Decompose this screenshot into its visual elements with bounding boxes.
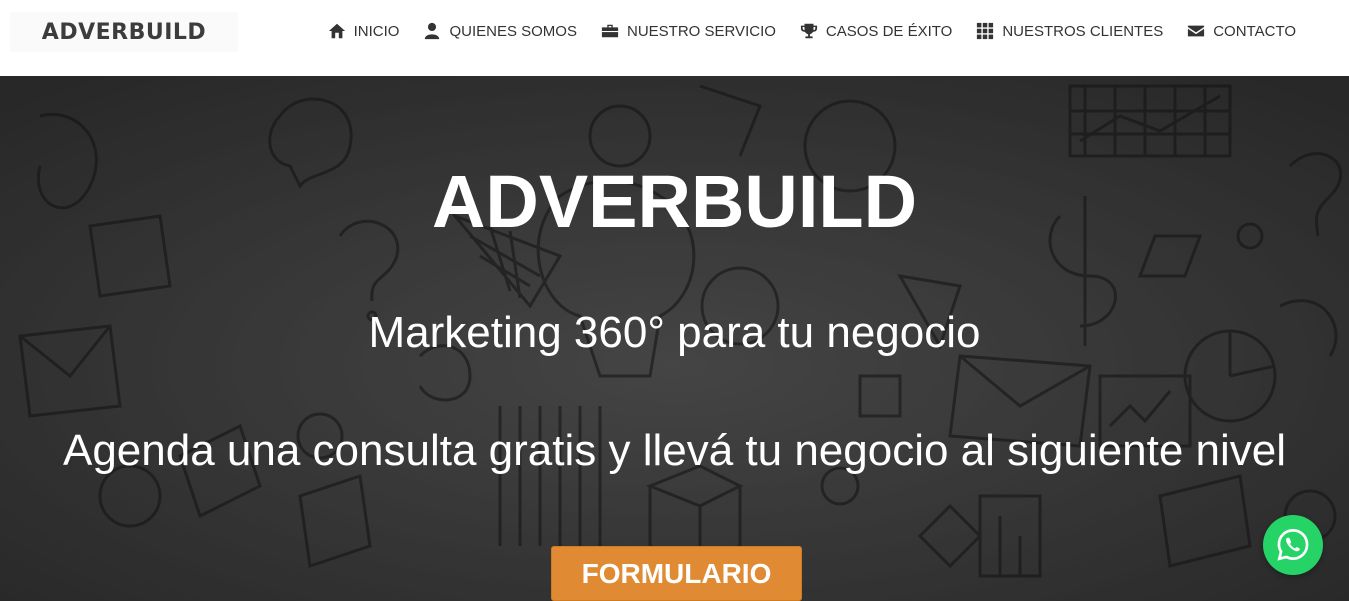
user-icon xyxy=(425,22,440,40)
formulario-button[interactable]: FORMULARIO xyxy=(551,546,802,601)
main-nav: INICIO QUIENES SOMOS NUESTRO SERVICIO CA… xyxy=(328,22,1296,40)
nav-item-contacto[interactable]: CONTACTO xyxy=(1187,22,1296,40)
nav-label: CASOS DE ÉXITO xyxy=(825,22,953,40)
hero-tagline: Agenda una consulta gratis y llevá tu ne… xyxy=(62,426,1287,475)
brand-logo[interactable]: ADVERBUILD xyxy=(10,12,238,52)
whatsapp-button[interactable] xyxy=(1263,515,1323,575)
nav-item-casos-de-exito[interactable]: CASOS DE ÉXITO xyxy=(800,22,952,40)
hero-section: ADVERBUILD Marketing 360° para tu negoci… xyxy=(0,76,1349,601)
whatsapp-icon xyxy=(1277,529,1309,561)
briefcase-icon xyxy=(601,24,619,38)
grid-icon xyxy=(977,22,994,40)
nav-item-nuestros-clientes[interactable]: NUESTROS CLIENTES xyxy=(976,22,1163,40)
trophy-icon xyxy=(800,23,818,39)
nav-item-nuestro-servicio[interactable]: NUESTRO SERVICIO xyxy=(601,22,776,40)
nav-label: INICIO xyxy=(353,22,400,40)
nav-item-inicio[interactable]: INICIO xyxy=(328,22,400,40)
hero-subtitle: Marketing 360° para tu negocio xyxy=(368,308,981,357)
envelope-icon xyxy=(1188,25,1205,37)
nav-item-quienes-somos[interactable]: QUIENES SOMOS xyxy=(423,22,577,40)
logo-text: ADVERBUILD xyxy=(41,19,207,45)
navbar: ADVERBUILD INICIO QUIENES SOMOS NUESTRO … xyxy=(0,0,1349,76)
nav-label: QUIENES SOMOS xyxy=(449,22,577,40)
nav-label: NUESTROS CLIENTES xyxy=(1002,22,1164,40)
nav-label: CONTACTO xyxy=(1213,22,1296,40)
nav-label: NUESTRO SERVICIO xyxy=(626,22,776,40)
hero-title: ADVERBUILD xyxy=(431,160,918,243)
home-icon xyxy=(328,23,345,39)
